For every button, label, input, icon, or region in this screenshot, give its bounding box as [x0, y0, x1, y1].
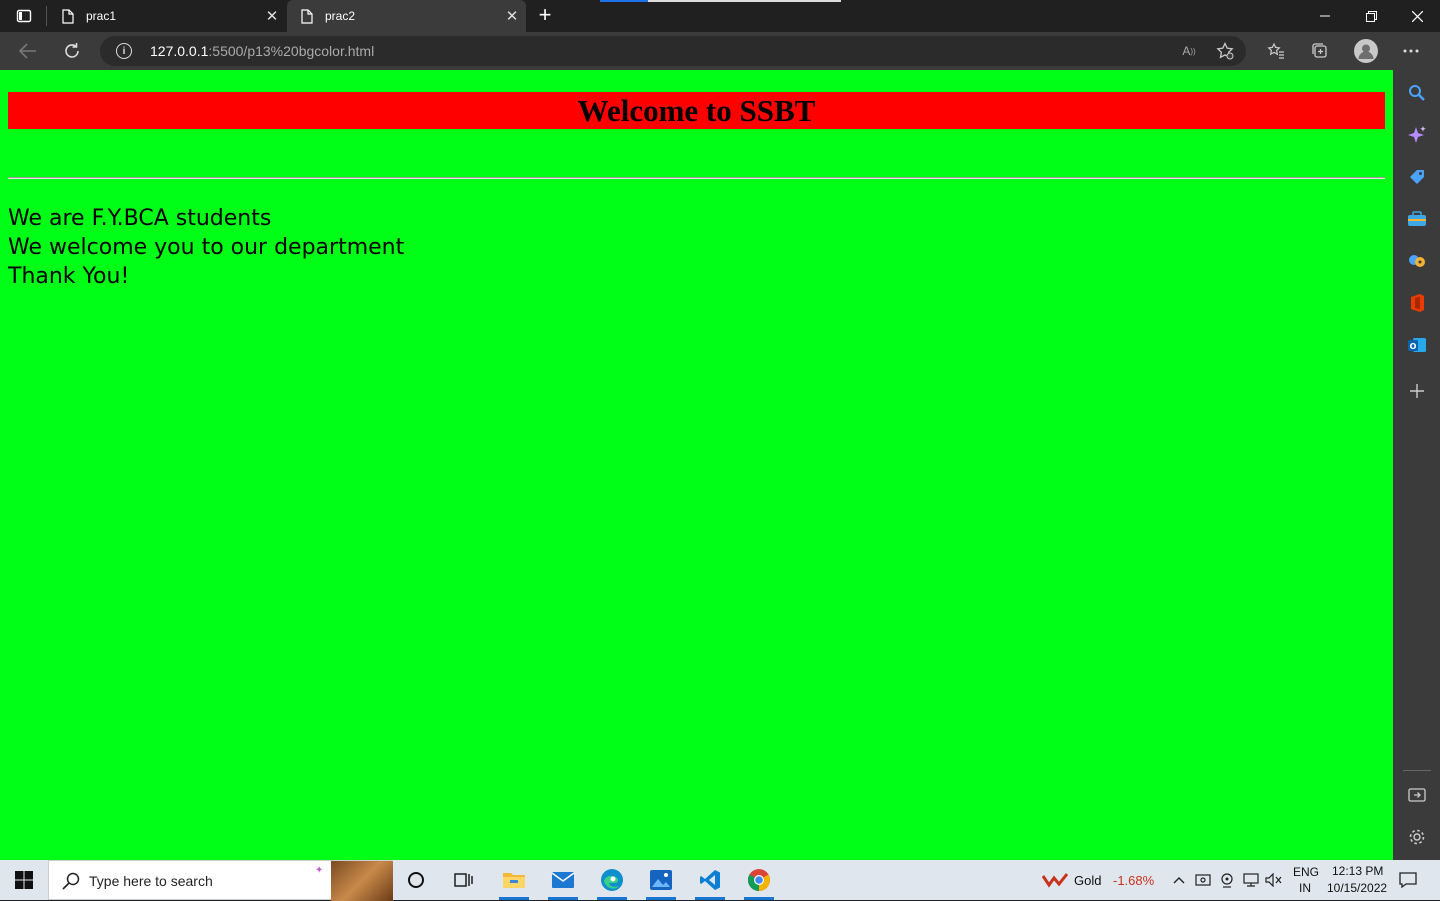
- close-tab-icon[interactable]: ✕: [498, 2, 526, 30]
- taskbar-search-box[interactable]: Type here to search ✦: [48, 860, 393, 901]
- meet-now-icon[interactable]: [1193, 870, 1213, 890]
- office-icon[interactable]: [1405, 291, 1429, 315]
- new-tab-button[interactable]: +: [532, 2, 558, 28]
- title-bar: prac1 ✕ prac2 ✕ +: [0, 0, 1440, 32]
- site-info-icon[interactable]: i: [116, 43, 132, 59]
- document-icon: [60, 8, 76, 24]
- tab-prac2[interactable]: prac2 ✕: [287, 0, 526, 32]
- tab-prac1[interactable]: prac1 ✕: [48, 0, 286, 32]
- photos-icon[interactable]: [638, 860, 684, 900]
- sidebar-divider: [1403, 770, 1431, 771]
- settings-gear-icon[interactable]: [1405, 825, 1429, 849]
- document-icon: [299, 8, 315, 24]
- loading-bar: [600, 0, 841, 2]
- page-text: We are F.Y.BCA students We welcome you t…: [8, 204, 404, 291]
- address-bar[interactable]: i 127.0.0.1:5500/p13%20bgcolor.html A)): [100, 36, 1246, 66]
- clock-date[interactable]: 10/15/2022: [1327, 881, 1387, 895]
- edge-browser-icon[interactable]: [589, 860, 635, 900]
- text-line: Thank You!: [8, 264, 130, 289]
- page-heading: Welcome to SSBT: [8, 92, 1385, 129]
- games-icon[interactable]: [1405, 249, 1429, 273]
- tab-separator: [46, 6, 47, 26]
- windows-taskbar: Type here to search ✦ Gold -1.68% ENG IN…: [0, 860, 1440, 901]
- search-highlight-image[interactable]: [331, 861, 393, 901]
- tab-actions-icon[interactable]: [8, 4, 40, 28]
- address-url[interactable]: 127.0.0.1:5500/p13%20bgcolor.html: [150, 43, 374, 59]
- stock-name[interactable]: Gold: [1074, 873, 1101, 888]
- cortana-icon[interactable]: [393, 860, 439, 900]
- stock-change[interactable]: -1.68%: [1113, 873, 1154, 888]
- close-tab-icon[interactable]: ✕: [258, 2, 286, 30]
- minimize-button[interactable]: [1302, 0, 1348, 32]
- tools-briefcase-icon[interactable]: [1405, 207, 1429, 231]
- language-line-2[interactable]: IN: [1299, 881, 1311, 895]
- back-icon[interactable]: [13, 36, 43, 66]
- add-favorite-icon[interactable]: [1214, 41, 1236, 61]
- file-explorer-icon[interactable]: [491, 860, 537, 900]
- hide-sidebar-icon[interactable]: [1405, 783, 1429, 807]
- restore-button[interactable]: [1348, 0, 1394, 32]
- language-line-1[interactable]: ENG: [1293, 865, 1319, 879]
- page-viewport: Welcome to SSBT We are F.Y.BCA students …: [0, 70, 1393, 860]
- edge-sidebar: O: [1393, 70, 1440, 860]
- search-icon[interactable]: [1405, 81, 1429, 105]
- browser-toolbar: i 127.0.0.1:5500/p13%20bgcolor.html A)): [0, 32, 1440, 70]
- task-view-icon[interactable]: [441, 860, 487, 900]
- webcam-icon[interactable]: [1217, 870, 1237, 890]
- text-line: We are F.Y.BCA students: [8, 206, 272, 231]
- profile-avatar[interactable]: [1351, 36, 1381, 66]
- close-window-button[interactable]: [1394, 0, 1440, 32]
- svg-text:O: O: [1410, 342, 1417, 351]
- outlook-icon[interactable]: O: [1405, 333, 1429, 357]
- clock-time[interactable]: 12:13 PM: [1332, 864, 1383, 878]
- sparkle-icon: ✦: [315, 865, 324, 876]
- chrome-icon[interactable]: [736, 860, 782, 900]
- refresh-icon[interactable]: [57, 36, 87, 66]
- vscode-icon[interactable]: [687, 860, 733, 900]
- add-sidebar-app-icon[interactable]: [1405, 379, 1429, 403]
- favorites-icon[interactable]: [1261, 36, 1291, 66]
- tab-label: prac2: [325, 9, 356, 23]
- search-icon: [61, 871, 81, 891]
- horizontal-rule: [8, 177, 1385, 179]
- stock-trend-icon[interactable]: [1042, 870, 1068, 890]
- volume-muted-icon[interactable]: [1264, 870, 1284, 890]
- discover-sparkle-icon[interactable]: [1405, 123, 1429, 147]
- search-placeholder: Type here to search: [89, 873, 213, 889]
- tab-label: prac1: [86, 9, 117, 23]
- read-aloud-icon[interactable]: A)): [1178, 42, 1200, 60]
- network-icon[interactable]: [1241, 870, 1261, 890]
- chevron-up-icon[interactable]: [1169, 870, 1189, 890]
- collections-icon[interactable]: [1305, 36, 1335, 66]
- text-line: We welcome you to our department: [8, 235, 405, 260]
- shopping-tag-icon[interactable]: [1405, 165, 1429, 189]
- notifications-icon[interactable]: [1398, 870, 1418, 890]
- mail-icon[interactable]: [540, 860, 586, 900]
- windows-start-icon[interactable]: [0, 860, 48, 900]
- more-options-icon[interactable]: [1396, 36, 1426, 66]
